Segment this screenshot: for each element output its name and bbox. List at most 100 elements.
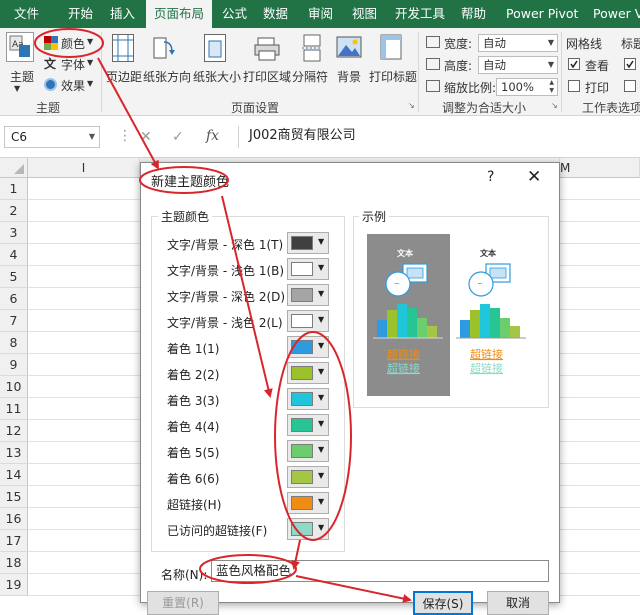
row-header[interactable]: 15 — [0, 486, 28, 508]
fonts-dropdown-icon[interactable]: ▼ — [87, 58, 93, 67]
colors-dropdown-icon[interactable]: ▼ — [87, 37, 93, 46]
row-header[interactable]: 19 — [0, 574, 28, 596]
scale-launcher-icon[interactable]: ↘ — [551, 101, 558, 110]
theme-color-picker[interactable]: ▼ — [287, 362, 329, 384]
row-header[interactable]: 3 — [0, 222, 28, 244]
tab-formulas[interactable]: 公式 — [222, 0, 247, 28]
colors-button[interactable]: 颜色 — [61, 35, 85, 52]
row-header[interactable]: 12 — [0, 420, 28, 442]
row-header[interactable]: 13 — [0, 442, 28, 464]
row-header[interactable]: 17 — [0, 530, 28, 552]
row-header[interactable]: 14 — [0, 464, 28, 486]
insert-function-icon[interactable]: fx — [206, 128, 219, 144]
orientation-icon[interactable] — [152, 36, 176, 62]
gridlines-view-checkbox[interactable] — [568, 58, 580, 70]
tab-data[interactable]: 数据 — [263, 0, 288, 28]
help-button[interactable]: ? — [487, 169, 494, 185]
row-header[interactable]: 8 — [0, 332, 28, 354]
row-header[interactable]: 7 — [0, 310, 28, 332]
close-button[interactable]: ✕ — [527, 167, 541, 187]
theme-dropdown-icon[interactable]: ▼ — [14, 84, 20, 93]
reset-button[interactable]: 重置(R) — [147, 591, 219, 615]
row-header[interactable]: 4 — [0, 244, 28, 266]
row-header[interactable]: 16 — [0, 508, 28, 530]
tab-insert[interactable]: 插入 — [110, 0, 135, 28]
effects-button[interactable]: 效果 — [61, 77, 85, 94]
row-header[interactable]: 10 — [0, 376, 28, 398]
row-header[interactable]: 2 — [0, 200, 28, 222]
formula-input[interactable]: J002商贸有限公司 — [238, 126, 640, 148]
breaks-button[interactable]: 分隔符 — [292, 68, 328, 85]
column-header-m[interactable]: M — [560, 158, 640, 178]
page-setup-launcher-icon[interactable]: ↘ — [408, 101, 415, 110]
themes-group-label: 主题 — [36, 101, 61, 115]
tab-page-layout[interactable]: 页面布局 — [146, 0, 213, 28]
color-swatch — [291, 470, 313, 484]
row-header[interactable]: 11 — [0, 398, 28, 420]
spinner-arrows-icon: ▲ ▼ — [549, 79, 554, 94]
tab-review[interactable]: 审阅 — [308, 0, 333, 28]
row-header[interactable]: 18 — [0, 552, 28, 574]
name-box[interactable]: C6 ▼ — [4, 126, 100, 148]
column-header-i[interactable]: I — [28, 158, 140, 178]
theme-button[interactable]: 主题 — [10, 68, 34, 85]
scale-spinner[interactable]: 100% ▲ ▼ — [496, 78, 558, 96]
theme-color-picker[interactable]: ▼ — [287, 466, 329, 488]
chevron-down-icon[interactable]: ▼ — [89, 127, 95, 147]
background-button[interactable]: 背景 — [337, 68, 361, 85]
tab-power-pivot[interactable]: Power Pivot — [506, 0, 578, 28]
gridlines-print-checkbox[interactable] — [568, 80, 580, 92]
tab-developer[interactable]: 开发工具 — [395, 0, 445, 28]
theme-icon[interactable]: Aa — [6, 32, 34, 62]
effects-dropdown-icon[interactable]: ▼ — [87, 79, 93, 88]
theme-color-picker[interactable]: ▼ — [287, 258, 329, 280]
theme-color-picker[interactable]: ▼ — [287, 388, 329, 410]
tab-view[interactable]: 视图 — [352, 0, 377, 28]
colors-icon[interactable] — [44, 36, 58, 50]
cancel-icon[interactable]: ✕ — [140, 129, 152, 145]
print-area-icon[interactable] — [254, 36, 280, 62]
row-header[interactable]: 5 — [0, 266, 28, 288]
row-header[interactable]: 1 — [0, 178, 28, 200]
tab-power-view[interactable]: Power V — [593, 0, 640, 28]
row-header[interactable]: 6 — [0, 288, 28, 310]
theme-color-picker[interactable]: ▼ — [287, 518, 329, 540]
tab-help[interactable]: 帮助 — [461, 0, 486, 28]
headings-view-checkbox[interactable] — [624, 58, 636, 70]
print-area-button[interactable]: 打印区域 — [243, 68, 291, 85]
fonts-icon[interactable]: 文 — [44, 55, 56, 72]
chevron-down-icon: ▼ — [318, 471, 325, 480]
cancel-button[interactable]: 取消 — [487, 591, 549, 615]
theme-name-input[interactable]: 蓝色风格配色 — [211, 560, 549, 582]
tab-home[interactable]: 开始 — [68, 0, 93, 28]
paper-size-button[interactable]: 纸张大小 — [193, 68, 241, 85]
background-icon[interactable] — [336, 36, 362, 60]
paper-size-icon[interactable] — [204, 34, 226, 62]
margins-button[interactable]: 页边距 — [106, 68, 142, 85]
fonts-button[interactable]: 字体 — [61, 56, 85, 73]
save-button[interactable]: 保存(S) — [413, 591, 473, 615]
theme-color-label: 超链接(H) — [167, 498, 222, 512]
print-titles-icon[interactable] — [380, 34, 406, 62]
theme-color-picker[interactable]: ▼ — [287, 492, 329, 514]
tab-file[interactable]: 文件 — [14, 0, 39, 28]
theme-color-picker[interactable]: ▼ — [287, 310, 329, 332]
theme-color-picker[interactable]: ▼ — [287, 414, 329, 436]
theme-color-picker[interactable]: ▼ — [287, 284, 329, 306]
orientation-button[interactable]: 纸张方向 — [143, 68, 191, 85]
theme-color-picker[interactable]: ▼ — [287, 232, 329, 254]
breaks-icon[interactable] — [302, 34, 322, 62]
chevron-down-icon: ▼ — [547, 38, 554, 47]
row-header[interactable]: 9 — [0, 354, 28, 376]
select-all-corner[interactable] — [0, 158, 28, 178]
theme-color-picker[interactable]: ▼ — [287, 336, 329, 358]
effects-icon[interactable] — [44, 78, 57, 91]
height-dropdown[interactable]: 自动 ▼ — [478, 56, 558, 74]
margins-icon[interactable] — [112, 34, 134, 62]
ribbon-separator — [561, 32, 562, 112]
headings-print-checkbox[interactable] — [624, 80, 636, 92]
width-dropdown[interactable]: 自动 ▼ — [478, 34, 558, 52]
enter-icon[interactable]: ✓ — [172, 129, 184, 145]
print-titles-button[interactable]: 打印标题 — [369, 68, 417, 85]
theme-color-picker[interactable]: ▼ — [287, 440, 329, 462]
